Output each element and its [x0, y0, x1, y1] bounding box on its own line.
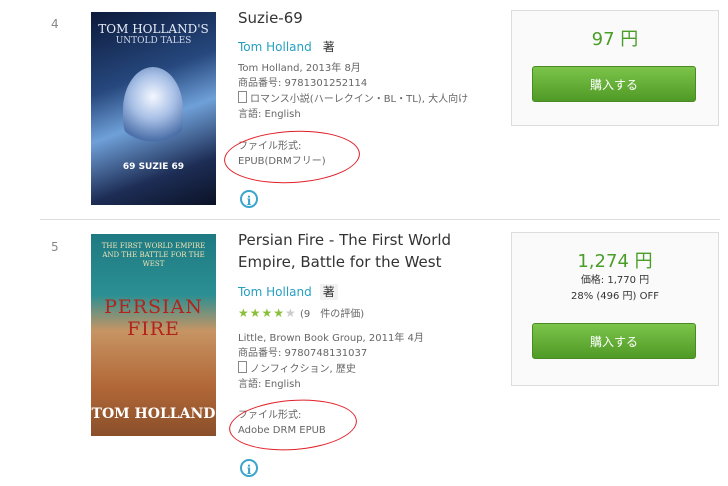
author-suffix: 著	[322, 40, 335, 54]
author-link[interactable]: Tom Holland	[238, 285, 312, 299]
price-box: 97 円 購入する	[511, 10, 719, 126]
search-result-item: 5 THE FIRST WORLD EMPIRE AND THE BATTLE …	[0, 222, 728, 486]
buy-button[interactable]: 購入する	[532, 66, 696, 102]
cover-title: PERSIAN FIRE	[104, 296, 203, 340]
search-result-item: 4 TOM HOLLAND'S UNTOLD TALES 69 SUZIE 69…	[0, 0, 728, 220]
isbn-line: 商品番号: 9781301252114	[238, 78, 368, 89]
book-meta: Tom Holland, 2013年 8月 商品番号: 978130125211…	[238, 61, 468, 122]
author-row: Tom Holland 著	[238, 283, 338, 300]
author-row: Tom Holland 著	[238, 38, 338, 55]
genre-link[interactable]: ロマンス小説(ハーレクイン・BL・TL), 大人向け	[250, 94, 468, 105]
annotation-circle	[227, 395, 359, 455]
info-icon[interactable]: i	[240, 459, 258, 477]
list-price: 価格: 1,770 円	[512, 273, 718, 289]
publisher-line: Tom Holland, 2013年 8月	[238, 63, 361, 74]
buy-button[interactable]: 購入する	[532, 323, 696, 359]
price-box: 1,274 円 価格: 1,770 円 28% (496 円) OFF 購入する	[511, 232, 719, 386]
discount: 28% (496 円) OFF	[570, 291, 660, 302]
info-icon[interactable]: i	[240, 190, 258, 208]
rating-stars: ★★★★★	[238, 306, 297, 320]
author-suffix: 著	[319, 284, 338, 300]
genre-link[interactable]: ノンフィクション, 歴史	[250, 364, 356, 375]
book-title[interactable]: Persian Fire - The First World Empire, B…	[238, 229, 451, 273]
rank-number: 5	[51, 240, 59, 254]
isbn-line: 商品番号: 9780748131037	[238, 348, 368, 359]
book-title-line2: Empire, Battle for the West	[238, 253, 442, 271]
rating-count[interactable]: (9 件の評価)	[300, 309, 364, 320]
book-icon	[238, 91, 247, 103]
language-line: 言語: English	[238, 109, 301, 120]
cover-figure	[123, 67, 183, 152]
author-link[interactable]: Tom Holland	[238, 40, 312, 54]
price: 1,274 円	[577, 251, 653, 272]
book-icon	[238, 361, 247, 373]
cover-text-top: THE FIRST WORLD EMPIRE AND THE BATTLE FO…	[101, 242, 206, 268]
book-title-line1: Persian Fire - The First World	[238, 231, 452, 249]
language-line: 言語: English	[238, 379, 301, 390]
book-meta: Little, Brown Book Group, 2011年 4月 商品番号:…	[238, 331, 424, 392]
publisher-line: Little, Brown Book Group, 2011年 4月	[238, 333, 424, 344]
cover-text-top: TOM HOLLAND'S	[98, 22, 209, 36]
book-title[interactable]: Suzie-69	[238, 7, 303, 29]
cover-author: TOM HOLLAND	[91, 406, 216, 422]
list-price-text: 価格: 1,770 円	[580, 275, 650, 286]
cover-text-bottom: 69 SUZIE 69	[122, 162, 185, 172]
rating-row: ★★★★★ (9 件の評価)	[238, 306, 364, 322]
price: 97 円	[591, 29, 639, 50]
cover-text-mid: UNTOLD TALES	[115, 36, 192, 46]
divider	[40, 219, 720, 220]
rank-number: 4	[51, 17, 59, 31]
book-cover-suzie[interactable]: TOM HOLLAND'S UNTOLD TALES 69 SUZIE 69	[91, 12, 216, 205]
annotation-circle	[222, 127, 362, 187]
book-cover-persian-fire[interactable]: THE FIRST WORLD EMPIRE AND THE BATTLE FO…	[91, 234, 216, 436]
